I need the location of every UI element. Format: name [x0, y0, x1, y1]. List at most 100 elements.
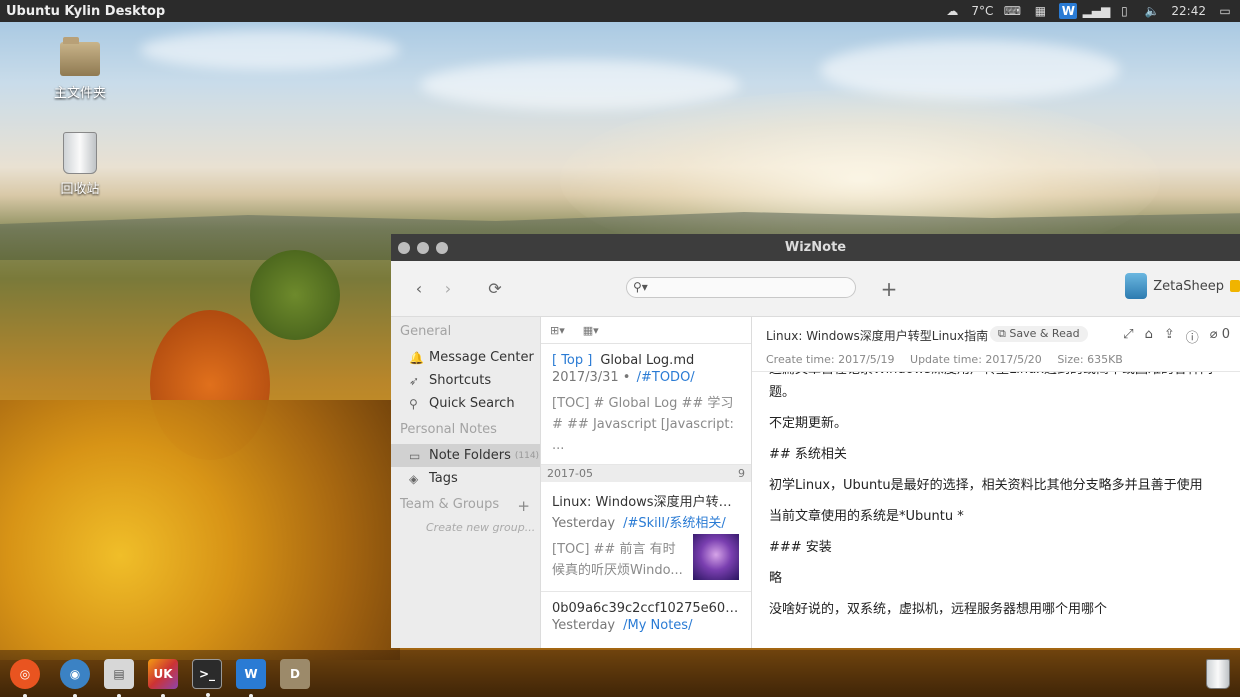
- tag-icon: ◈: [409, 471, 419, 486]
- document-title[interactable]: Linux: Windows深度用户转型Linux指南: [766, 327, 991, 344]
- home-folder-label: 主文件夹: [53, 86, 106, 101]
- wiznote-icon[interactable]: W: [236, 658, 266, 697]
- search-icon: ⚲▾: [633, 280, 648, 294]
- main-toolbar: ‹ › ⟳ ⚲▾ + ZetaSheep: [391, 261, 1240, 317]
- document-header: Linux: Windows深度用户转型Linux指南 ⧉ Save & Rea…: [752, 317, 1240, 372]
- sidebar-personal-header: Personal Notes: [400, 422, 497, 437]
- sidebar-item-message-center[interactable]: 🔔 Message Center: [391, 346, 540, 369]
- sidebar-general-header: General: [400, 324, 452, 339]
- back-icon[interactable]: ‹: [409, 279, 429, 299]
- vip-icon: [1230, 280, 1240, 292]
- attachment-count: 0: [1221, 327, 1230, 342]
- save-read-label: Save & Read: [1009, 327, 1080, 340]
- top-panel: Ubuntu Kylin Desktop ☁ 7°C ⌨ ▦ W ▂▄▆ ▯ 🔈…: [0, 0, 1240, 22]
- doc-paragraph: 当前文章使用的系统是*Ubuntu *: [769, 509, 964, 524]
- files-icon[interactable]: ▤: [104, 658, 134, 697]
- kylin-software-icon[interactable]: UK: [148, 658, 178, 697]
- new-note-icon[interactable]: +: [879, 279, 899, 299]
- attachment-icon[interactable]: ⌀ 0: [1210, 327, 1230, 346]
- file-manager-icon[interactable]: D: [280, 658, 310, 689]
- sidebar-item-label: Shortcuts: [429, 373, 492, 388]
- battery-icon[interactable]: ▯: [1115, 3, 1133, 19]
- doc-size: Size: 635KB: [1057, 353, 1123, 366]
- dock: ◎ ◉ ▤ UK >_ W D: [0, 650, 1240, 697]
- signal-icon[interactable]: ▂▄▆: [1083, 3, 1111, 19]
- kylin-glyph: UK: [153, 666, 173, 681]
- note-date: Yesterday: [552, 516, 616, 531]
- note-title: Global Log.md: [600, 353, 695, 368]
- folder-icon: ▭: [409, 448, 421, 463]
- note-folder: /My Notes/: [623, 618, 693, 633]
- group-count: 9: [738, 467, 745, 480]
- view-mode-icon[interactable]: ⊞▾: [550, 324, 565, 337]
- note-date: 2017/3/31: [552, 370, 619, 385]
- note-title: 0b09a6c39c2ccf10275e60fa...: [552, 601, 741, 616]
- sidebar-team-header: Team & Groups +: [391, 490, 540, 519]
- sidebar-item-tags[interactable]: ◈ Tags: [391, 467, 540, 490]
- doc-paragraph: 不定期更新。: [769, 416, 848, 431]
- terminal-icon[interactable]: >_: [192, 658, 222, 697]
- doc-paragraph: 没啥好说的，双系统，虚拟机，远程服务器想用哪个用哪个: [769, 602, 1108, 617]
- list-item[interactable]: 0b09a6c39c2ccf10275e60fa... Yesterday/My…: [541, 592, 751, 641]
- sidebar-item-label: Tags: [429, 471, 458, 486]
- terminal-glyph: >_: [198, 666, 216, 681]
- trash-label: 回收站: [60, 182, 100, 197]
- info-icon[interactable]: ⓘ: [1186, 327, 1199, 346]
- forward-icon[interactable]: ›: [438, 279, 458, 299]
- open-window-icon[interactable]: ⤢: [1123, 327, 1133, 346]
- close-button[interactable]: [398, 241, 410, 254]
- avatar: [1125, 273, 1148, 299]
- calendar-icon[interactable]: ▦: [1031, 3, 1049, 19]
- date-group-row: 2017-05 9: [541, 465, 751, 482]
- sidebar-item-label: Quick Search: [429, 396, 515, 411]
- desktop-trash[interactable]: 回收站: [40, 132, 120, 197]
- maximize-button[interactable]: [436, 241, 448, 254]
- doc-paragraph: ## 系统相关: [769, 447, 847, 462]
- sync-icon[interactable]: ⟳: [485, 279, 505, 299]
- keyboard-icon[interactable]: ⌨: [1003, 3, 1021, 19]
- chromium-glyph: ◉: [69, 666, 81, 681]
- weather-icon[interactable]: ☁: [943, 3, 961, 19]
- dash-icon[interactable]: ◎: [10, 658, 40, 697]
- sidebar-item-label: Note Folders: [429, 448, 511, 463]
- sort-mode-icon[interactable]: ▦▾: [583, 324, 599, 337]
- minimize-button[interactable]: [417, 241, 429, 254]
- wiznote-window: WizNote ‹ › ⟳ ⚲▾ + ZetaSheep General 🔔 M…: [391, 234, 1240, 648]
- clock[interactable]: 22:42: [1171, 3, 1206, 19]
- list-item[interactable]: Linux: Windows深度用户转型... Yesterday /#Skill…: [541, 482, 751, 592]
- sidebar-item-note-folders[interactable]: ▭ Note Folders (114): [391, 444, 540, 467]
- update-time: Update time: 2017/5/20: [910, 353, 1042, 366]
- sidebar-item-shortcuts[interactable]: ➶ Shortcuts: [391, 369, 540, 392]
- share-icon[interactable]: ⇪: [1164, 327, 1175, 346]
- document-toolbar: ⤢ ⌂ ⇪ ⓘ ⌀ 0: [1123, 327, 1230, 346]
- weather-temp[interactable]: 7°C: [971, 3, 993, 19]
- tag-icon[interactable]: ⌂: [1145, 327, 1153, 346]
- note-title: Linux: Windows深度用户转型...: [552, 495, 741, 510]
- dock-trash-icon[interactable]: [1206, 659, 1230, 689]
- group-label: 2017-05: [547, 467, 593, 480]
- create-group-link[interactable]: Create new group...: [391, 519, 540, 534]
- chromium-icon[interactable]: ◉: [60, 658, 90, 697]
- note-list-toolbar: ⊞▾ ▦▾: [541, 317, 751, 344]
- save-read-button[interactable]: ⧉ Save & Read: [990, 326, 1088, 342]
- note-list: ⊞▾ ▦▾ [ Top ] Global Log.md 2017/3/31 • /…: [541, 317, 752, 648]
- top-tag: [ Top ]: [552, 353, 593, 368]
- panel-title: Ubuntu Kylin Desktop: [6, 3, 166, 19]
- user-account[interactable]: ZetaSheep: [1125, 273, 1240, 299]
- document-body[interactable]: 这篇文章旨在记录Windows深度用户转型Linux遇到的或简单或困难的各种问题…: [769, 372, 1230, 648]
- sidebar-item-quick-search[interactable]: ⚲ Quick Search: [391, 392, 540, 415]
- volume-icon[interactable]: 🔈: [1143, 3, 1161, 19]
- create-time: Create time: 2017/5/19: [766, 353, 895, 366]
- bell-icon: 🔔: [409, 350, 424, 365]
- window-titlebar[interactable]: WizNote: [391, 234, 1240, 261]
- system-tray: ☁ 7°C ⌨ ▦ W ▂▄▆ ▯ 🔈 22:42 ▭: [943, 3, 1240, 19]
- add-group-icon[interactable]: +: [517, 497, 530, 515]
- search-input[interactable]: ⚲▾: [626, 277, 856, 298]
- rocket-icon: ➶: [409, 373, 420, 388]
- display-icon[interactable]: ▭: [1216, 3, 1234, 19]
- wiznote-tray-icon[interactable]: W: [1059, 3, 1078, 19]
- desktop-home-folder[interactable]: 主文件夹: [40, 37, 120, 101]
- wiznote-glyph: W: [244, 666, 258, 681]
- list-item[interactable]: [ Top ] Global Log.md 2017/3/31 • /#TODO/…: [541, 344, 751, 465]
- team-header-label: Team & Groups: [400, 497, 500, 512]
